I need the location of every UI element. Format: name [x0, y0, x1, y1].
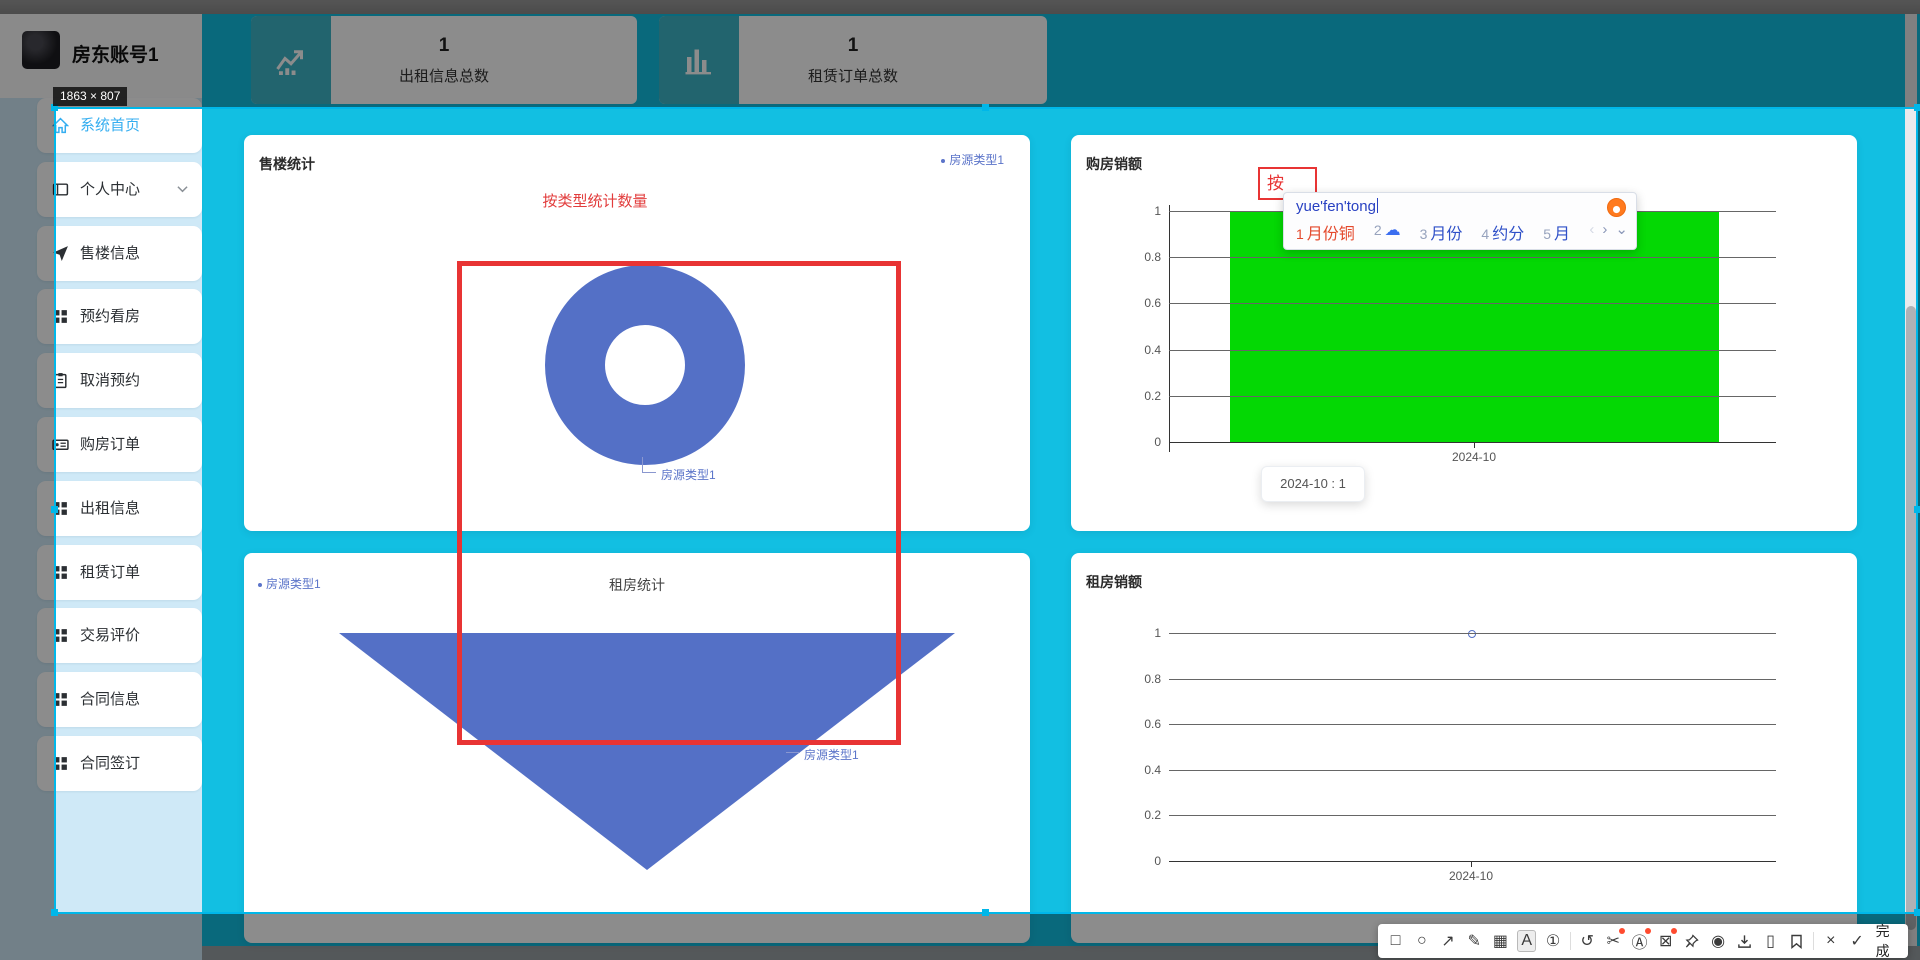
- cloud-icon: ☁: [1384, 222, 1401, 239]
- stat-card-rent-info: 1 出租信息总数: [251, 16, 637, 104]
- browser-top-bar: [0, 0, 1920, 14]
- capture-selection-border[interactable]: [54, 107, 1918, 914]
- toolbar-separator: [1569, 932, 1571, 950]
- rectangle-tool-icon[interactable]: □: [1386, 930, 1405, 952]
- ime-popup: yue'fen'tong 1 月份铜 2 ☁ 3 月份 4 约分 5 月 ‹ › ⌄: [1283, 192, 1637, 250]
- ime-expand-icon[interactable]: ⌄: [1615, 220, 1628, 238]
- device-tool-icon[interactable]: ▯: [1761, 930, 1780, 952]
- notification-dot: [1671, 928, 1678, 934]
- text-caret: [1376, 198, 1378, 213]
- cancel-button[interactable]: ×: [1821, 930, 1840, 952]
- selection-handle[interactable]: [1914, 104, 1920, 111]
- ocr-tool-icon[interactable]: Ⓐ: [1630, 928, 1652, 952]
- stat-value: 1: [847, 34, 859, 56]
- cut-tool-icon[interactable]: ✂: [1604, 928, 1625, 952]
- download-tool-icon[interactable]: [1735, 930, 1754, 952]
- notification-dot: [1645, 928, 1652, 934]
- capture-toolbar: □ ○ ↗ ✎ ▦ A ① ↺ ✂ Ⓐ ⊠ ◉ ▯ × ✓ 完成: [1378, 921, 1908, 960]
- sidebar-header: 房东账号1: [0, 14, 202, 98]
- stat-label: 出租信息总数: [398, 67, 489, 85]
- number-stamp-tool-icon[interactable]: ①: [1543, 930, 1562, 952]
- ime-logo-icon[interactable]: [1607, 198, 1626, 217]
- ime-pager: ‹ › ⌄: [1589, 220, 1628, 239]
- stat-label: 租赁订单总数: [807, 67, 898, 85]
- pen-tool-icon[interactable]: ✎: [1465, 930, 1484, 952]
- stat-value: 1: [438, 34, 450, 56]
- ellipse-tool-icon[interactable]: ○: [1412, 930, 1431, 952]
- selection-handle[interactable]: [51, 506, 58, 513]
- mosaic-tool-icon[interactable]: ▦: [1491, 930, 1510, 952]
- text-tool-icon[interactable]: A: [1517, 930, 1537, 952]
- done-label[interactable]: 完成: [1876, 921, 1900, 960]
- avatar[interactable]: [22, 31, 60, 69]
- ime-candidate-4[interactable]: 4 约分: [1481, 220, 1524, 244]
- selection-handle[interactable]: [1914, 506, 1920, 513]
- stat-card-lease-orders: 1 租赁订单总数: [659, 16, 1047, 104]
- toolbar-separator: [1813, 932, 1815, 950]
- selection-handle[interactable]: [982, 104, 989, 111]
- selection-handle[interactable]: [982, 909, 989, 916]
- record-tool-icon[interactable]: ◉: [1709, 930, 1728, 952]
- ime-pinyin-input[interactable]: yue'fen'tong: [1296, 198, 1378, 215]
- undo-tool-icon[interactable]: ↺: [1578, 930, 1597, 952]
- ime-candidate-3[interactable]: 3 月份: [1420, 220, 1463, 244]
- confirm-button[interactable]: ✓: [1847, 930, 1866, 952]
- notification-dot: [1618, 928, 1625, 934]
- selection-size-badge: 1863 × 807: [53, 87, 128, 106]
- ime-candidate-1[interactable]: 1 月份铜: [1296, 220, 1355, 244]
- ime-next-page-icon[interactable]: ›: [1602, 221, 1607, 238]
- bookmark-tool-icon[interactable]: [1787, 930, 1806, 952]
- screen: 房东账号1 系统首页 个人中心 售楼信息 预约看房 取消预约 购房订单 出租信息 租赁订单 交易…: [0, 0, 1920, 960]
- ime-prev-page-icon[interactable]: ‹: [1589, 221, 1594, 238]
- ime-candidate-2[interactable]: 2 ☁: [1374, 220, 1401, 244]
- pin-tool-icon[interactable]: [1682, 930, 1701, 952]
- selection-handle[interactable]: [1914, 909, 1920, 916]
- ime-candidate-list: 1 月份铜 2 ☁ 3 月份 4 约分 5 月: [1296, 220, 1570, 244]
- arrow-tool-icon[interactable]: ↗: [1438, 930, 1457, 952]
- selection-handle[interactable]: [51, 909, 58, 916]
- ime-candidate-5[interactable]: 5月: [1543, 220, 1570, 244]
- extract-tool-icon[interactable]: ⊠: [1656, 928, 1678, 952]
- username: 房东账号1: [72, 45, 159, 66]
